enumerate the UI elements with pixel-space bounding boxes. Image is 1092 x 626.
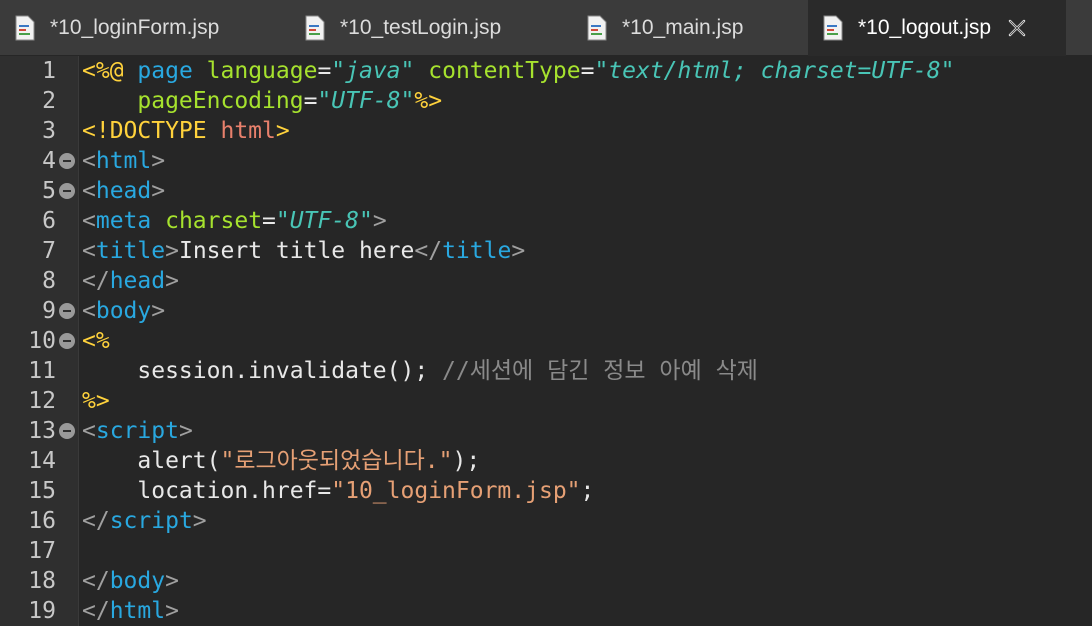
code-editor[interactable]: 1 2 3 4 5 6 7 8 9 10 11 12 13 14 15 16 1… (0, 56, 1092, 626)
attr-value: "text/html; charset=UTF-8" (594, 58, 955, 84)
code-line: <script> (82, 418, 193, 444)
code-line: </head> (82, 268, 179, 294)
code-line: session.invalidate(); //세션에 담긴 정보 아예 삭제 (82, 356, 758, 386)
code-line: location.href="10_loginForm.jsp"; (82, 476, 594, 506)
code-line: %> (82, 386, 110, 416)
js-string: "로그아웃되었습니다." (220, 448, 453, 474)
line-number: 17 (28, 538, 56, 564)
code-line: pageEncoding="UTF-8"%> (82, 86, 442, 116)
line-number: 18 (28, 568, 56, 594)
line-number: 12 (28, 388, 56, 414)
tab-testlogin[interactable]: *10_testLogin.jsp (290, 0, 572, 56)
doctype-close: > (275, 118, 290, 144)
js-string: "10_loginForm.jsp" (331, 478, 581, 504)
jsp-file-icon (822, 15, 844, 41)
code-line: </script> (82, 508, 207, 534)
line-number: 11 (28, 358, 56, 384)
tag-name: body (95, 298, 152, 324)
line-number: 8 (42, 268, 56, 294)
close-tab-icon[interactable] (1005, 16, 1029, 40)
line-number: 16 (28, 508, 56, 534)
attr-name: contentType (428, 58, 581, 84)
attr-value: "java" (331, 58, 415, 84)
line-number: 2 (42, 88, 56, 114)
code-line: <html> (82, 148, 166, 174)
js-statement: location.href= (137, 478, 332, 504)
attr-value: "UTF-8" (317, 88, 415, 114)
tag-name: script (109, 508, 193, 534)
fold-toggle-icon[interactable] (59, 153, 75, 169)
title-text: Insert title here (178, 238, 415, 264)
line-number: 1 (42, 58, 56, 84)
tab-label: *10_testLogin.jsp (340, 16, 502, 39)
tag-name: body (109, 568, 166, 594)
code-line: </body> (82, 568, 179, 594)
tag-name: title (442, 238, 512, 264)
code-line: <%@ page language="java" contentType="te… (82, 56, 954, 86)
doctype-name: html (220, 118, 276, 144)
attr-value: "UTF-8" (275, 208, 373, 234)
tab-main[interactable]: *10_main.jsp (572, 0, 808, 56)
fold-toggle-icon[interactable] (59, 423, 75, 439)
line-number: 13 (28, 418, 56, 444)
jsp-file-icon (14, 15, 36, 41)
tag-name: html (109, 598, 166, 624)
tab-label: *10_logout.jsp (858, 16, 992, 39)
code-comment: //세션에 담긴 정보 아예 삭제 (442, 358, 758, 384)
js-end: ; (580, 478, 595, 504)
fold-toggle-icon[interactable] (59, 333, 75, 349)
line-number-gutter: 1 2 3 4 5 6 7 8 9 10 11 12 13 14 15 16 1… (0, 56, 79, 626)
equals: = (317, 58, 332, 84)
tag-name: meta (95, 208, 152, 234)
line-number: 4 (42, 148, 56, 174)
code-line: alert("로그아웃되었습니다."); (82, 446, 480, 476)
attr-name: pageEncoding (137, 88, 304, 114)
equals: = (262, 208, 276, 234)
line-number: 9 (42, 298, 56, 324)
attr-name: language (206, 58, 318, 84)
tab-label: *10_loginForm.jsp (50, 16, 220, 39)
line-number: 6 (42, 208, 56, 234)
directive-name: page (137, 58, 193, 84)
tag-name: title (95, 238, 166, 264)
js-call: alert( (137, 448, 221, 474)
line-number: 10 (28, 328, 56, 354)
code-line: <!DOCTYPE html> (82, 116, 290, 146)
jsp-file-icon (304, 15, 326, 41)
scriptlet-close: %> (82, 388, 110, 414)
tag-name: script (95, 418, 179, 444)
doctype: <!DOCTYPE (82, 118, 207, 144)
line-number: 19 (28, 598, 56, 624)
attr-name: charset (165, 208, 263, 234)
line-number: 3 (42, 118, 56, 144)
fold-toggle-icon[interactable] (59, 303, 75, 319)
scriptlet-open: <% (82, 328, 110, 354)
java-statement: session.invalidate(); (137, 358, 429, 384)
equals: = (580, 58, 595, 84)
tag-name: html (95, 148, 152, 174)
tag-name: head (95, 178, 152, 204)
line-number: 15 (28, 478, 56, 504)
tab-label: *10_main.jsp (622, 16, 744, 39)
editor-tab-bar: *10_loginForm.jsp *10_testLogin.jsp *10_… (0, 0, 1092, 56)
jsp-directive-open: <%@ (82, 58, 124, 84)
fold-toggle-icon[interactable] (59, 183, 75, 199)
code-line: <meta charset="UTF-8"> (82, 208, 387, 234)
js-end: ); (452, 448, 481, 474)
line-number: 5 (42, 178, 56, 204)
code-line: <title>Insert title here</title> (82, 238, 526, 264)
code-line: <head> (82, 178, 166, 204)
tab-logout[interactable]: *10_logout.jsp (808, 0, 1066, 56)
tab-loginform[interactable]: *10_loginForm.jsp (0, 0, 282, 56)
line-number: 7 (42, 238, 56, 264)
equals: = (303, 88, 318, 114)
tag-name: head (109, 268, 166, 294)
code-line: <body> (82, 298, 166, 324)
code-line: </html> (82, 598, 179, 624)
line-number: 14 (28, 448, 56, 474)
jsp-file-icon (586, 15, 608, 41)
jsp-directive-close: %> (414, 88, 443, 114)
code-line: <% (82, 326, 110, 356)
